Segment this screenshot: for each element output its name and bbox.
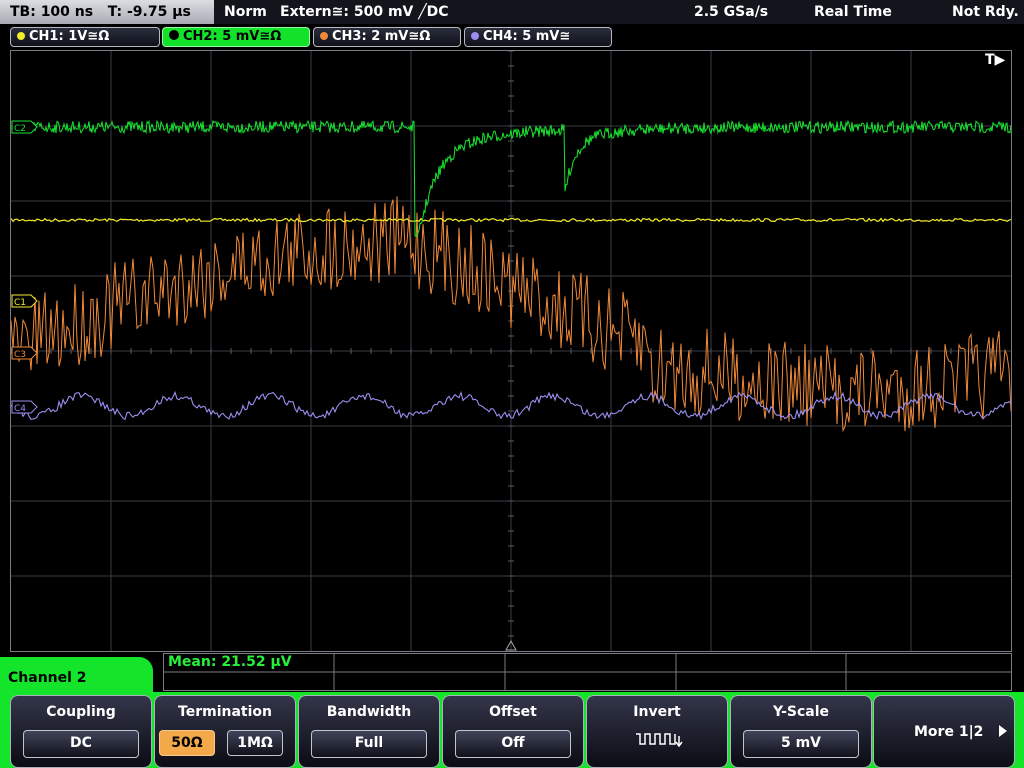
termination-1mohm-button[interactable]: 1MΩ [227, 730, 283, 756]
svg-text:C1: C1 [14, 298, 26, 308]
bandwidth-label: Bandwidth [326, 704, 412, 720]
acquisition-state: Not Rdy. [952, 4, 1019, 20]
trigger-source[interactable]: Extern≅: 500 mV ╱DC [280, 0, 449, 24]
invert-label: Invert [633, 704, 681, 720]
ch1-dot-icon [17, 32, 25, 40]
bandwidth-softkey[interactable]: Bandwidth Full [298, 695, 440, 768]
marker-c4: C4 [11, 400, 38, 414]
grid [11, 51, 1011, 651]
more-label: More 1|2 [914, 724, 984, 740]
coupling-value[interactable]: DC [23, 730, 139, 758]
yscale-value[interactable]: 5 mV [743, 730, 859, 758]
offset-softkey[interactable]: Offset Off [442, 695, 584, 768]
tab-ch3[interactable]: CH3: 2 mV≅Ω [313, 27, 461, 47]
svg-text:C3: C3 [14, 350, 26, 360]
ch2-dot-icon [169, 30, 179, 40]
termination-label: Termination [178, 704, 272, 720]
invert-softkey[interactable]: Invert [586, 695, 728, 768]
yscale-softkey[interactable]: Y-Scale 5 mV [730, 695, 872, 768]
tab-ch2[interactable]: CH2: 5 mV≅Ω [162, 27, 310, 47]
yscale-label: Y-Scale [772, 704, 829, 720]
mean-measurement: Mean: 21.52 µV [168, 654, 292, 670]
offset-label: Offset [489, 704, 537, 720]
ch3-dot-icon [320, 32, 328, 40]
channel-markers: C1 C3 C4 C2 [11, 120, 517, 651]
invert-waveform-icon [636, 733, 683, 748]
svg-text:C4: C4 [14, 404, 26, 414]
trigger-mode[interactable]: Norm [224, 0, 267, 24]
ch4-dot-icon [471, 32, 479, 40]
more-softkey[interactable]: More 1|2 [873, 695, 1015, 768]
tab-ch1[interactable]: CH1: 1V≅Ω [10, 27, 160, 47]
offset-value[interactable]: Off [455, 730, 571, 758]
coupling-softkey[interactable]: Coupling DC [10, 695, 152, 768]
tab-ch4[interactable]: CH4: 5 mV≅ [464, 27, 612, 47]
sample-rate: 2.5 GSa/s [694, 4, 769, 20]
waveform-display[interactable]: C1 C3 C4 C2 [10, 50, 1012, 652]
coupling-label: Coupling [46, 704, 116, 720]
termination-softkey[interactable]: Termination 50Ω 1MΩ [154, 695, 296, 768]
trigger-position-icon[interactable]: T▶ [985, 52, 1005, 68]
termination-50ohm-button[interactable]: 50Ω [159, 730, 215, 756]
marker-c1: C1 [11, 294, 38, 308]
timebase-readout[interactable]: TB: 100 ns T: -9.75 µs [0, 0, 214, 24]
acquisition-mode: Real Time [814, 4, 892, 20]
bandwidth-value[interactable]: Full [311, 730, 427, 758]
svg-text:C2: C2 [14, 124, 26, 134]
marker-c3: C3 [11, 346, 38, 360]
chevron-right-icon [999, 725, 1007, 737]
marker-c2: C2 [11, 120, 38, 134]
